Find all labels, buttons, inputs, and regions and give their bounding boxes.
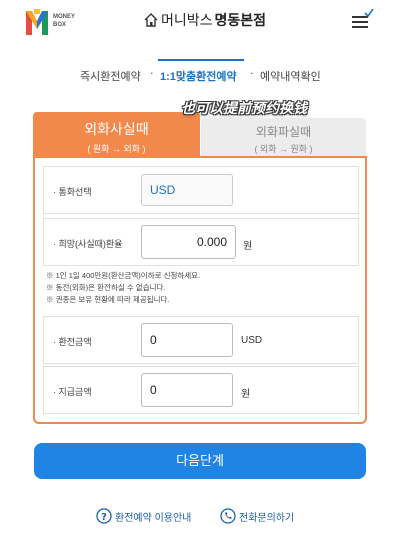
tab-sell-foreign-currency[interactable]: 외화파실때 ( 외화 → 원화 ) (201, 118, 366, 156)
step-separator: · (150, 67, 154, 80)
page-title: 머니박스 명동본점 (143, 10, 266, 30)
exchange-amount-input[interactable]: 0 (141, 323, 233, 357)
rate-unit: 원 (243, 241, 253, 252)
exchange-amount-unit: USD (241, 335, 263, 346)
payment-amount-unit: 원 (241, 389, 251, 400)
step-reservation-history[interactable]: 예약내역확인 (260, 68, 321, 84)
payment-amount-input[interactable]: 0 (141, 373, 233, 407)
next-step-button[interactable]: 다음단계 (34, 443, 366, 479)
active-step-indicator (158, 59, 244, 61)
notice-item: ※ 1인 1일 400만원(환산금액)이하로 신청하세요. (46, 271, 201, 280)
money-box-logo[interactable] (26, 9, 48, 35)
house-icon (144, 13, 158, 27)
app-header: MONEY BOX 머니박스 명동본점 (0, 0, 400, 50)
reservation-steps: 즉시환전예약 · 1:1맞춤환전예약 · 예약내역확인 (0, 64, 400, 88)
payment-amount-row: · 지급금액 0 원 (43, 366, 359, 414)
currency-label: · 통화선택 (53, 187, 92, 197)
tab-buy-foreign-currency[interactable]: 외화사실때 ( 원화 → 외화 ) (33, 112, 200, 156)
exchange-amount-label: · 환전금액 (53, 337, 92, 347)
reservation-guide-label: 환전예약 이용안내 (115, 512, 192, 524)
title-brand: 머니박스 (161, 12, 213, 28)
tab-sublabel: ( 원화 → 외화 ) (87, 144, 146, 154)
title-branch: 명동본점 (214, 12, 267, 28)
step-separator: · (250, 67, 254, 80)
phone-inquiry-link[interactable]: 전화문의하기 (220, 508, 294, 524)
rate-row: · 희망(사실때)환율 0.000 원 (43, 218, 359, 266)
exchange-form-panel: · 통화선택 USD · 희망(사실때)환율 0.000 원 ※ 1인 1일 4… (33, 156, 367, 424)
question-circle-icon: ? (96, 508, 112, 524)
overlay-caption: 也可以提前预约换钱 (181, 101, 307, 117)
step-custom-reservation[interactable]: 1:1맞춤환전예약 (160, 68, 237, 84)
svg-text:?: ? (101, 512, 107, 523)
reservation-guide-link[interactable]: ? 환전예약 이용안내 (96, 508, 191, 524)
tab-label: 외화파실때 (255, 125, 312, 139)
tab-label: 외화사실때 (84, 121, 149, 137)
desired-rate-input[interactable]: 0.000 (141, 225, 236, 259)
rate-label: · 희망(사실때)환율 (53, 239, 123, 249)
payment-amount-label: · 지급금액 (53, 387, 92, 397)
step-instant-reservation[interactable]: 즉시환전예약 (80, 68, 141, 84)
phone-inquiry-label: 전화문의하기 (239, 512, 295, 524)
tab-sublabel: ( 외화 → 원화 ) (254, 144, 313, 154)
logo-text: MONEY BOX (53, 14, 76, 28)
currency-row: · 통화선택 USD (43, 166, 359, 214)
hamburger-menu-icon[interactable] (350, 9, 374, 31)
phone-icon (220, 508, 236, 524)
notice-list: ※ 1인 1일 400만원(환산금액)이하로 신청하세요. ※ 동전(외화)은 … (46, 270, 200, 306)
exchange-amount-row: · 환전금액 0 USD (43, 316, 359, 364)
notice-item: ※ 권종은 보유 현황에 따라 제공됩니다. (46, 295, 170, 304)
currency-select[interactable]: USD (141, 174, 233, 206)
notice-item: ※ 동전(외화)은 환전하실 수 없습니다. (46, 283, 166, 292)
